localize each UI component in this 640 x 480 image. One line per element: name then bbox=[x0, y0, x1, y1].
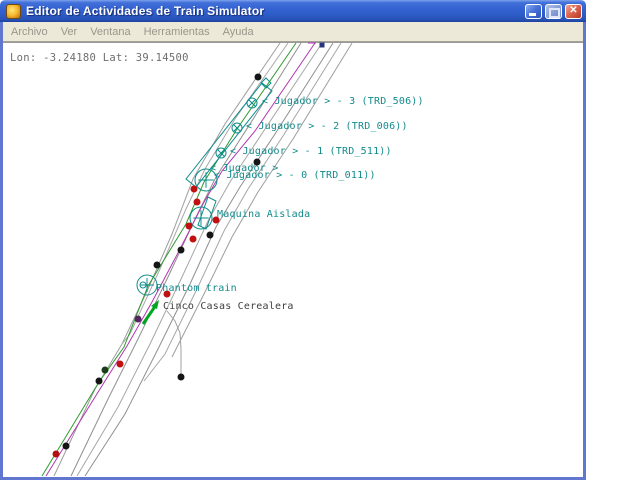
menu-item-archivo[interactable]: Archivo bbox=[11, 26, 48, 38]
maximize-button bbox=[545, 4, 562, 19]
train-label-jugador-1[interactable]: < Jugador > - 1 (TRD_511)) bbox=[230, 147, 392, 157]
coordinates-readout: Lon: -3.24180 Lat: 39.14500 bbox=[10, 52, 189, 64]
track-gray-1 bbox=[54, 43, 280, 476]
window-title: Editor de Actividades de Train Simulator bbox=[26, 4, 522, 18]
waypoint-dot[interactable] bbox=[117, 361, 124, 368]
waypoint-dot[interactable] bbox=[194, 199, 201, 206]
track-magenta bbox=[46, 43, 315, 476]
map-client-area[interactable]: Lon: -3.24180 Lat: 39.14500 < Jugador > … bbox=[3, 42, 583, 477]
app-icon bbox=[6, 4, 21, 19]
track-gray-5 bbox=[85, 43, 333, 476]
track-gray-4 bbox=[77, 43, 322, 476]
waypoint-dot[interactable] bbox=[53, 451, 60, 458]
waypoint-dot[interactable] bbox=[96, 378, 103, 385]
minimize-button[interactable] bbox=[525, 4, 542, 19]
waypoint-dot[interactable] bbox=[255, 74, 262, 81]
title-bar[interactable]: Editor de Actividades de Train Simulator… bbox=[0, 0, 586, 22]
waypoint-dot[interactable] bbox=[102, 367, 109, 374]
waypoint-dot[interactable] bbox=[190, 236, 197, 243]
waypoint-dot[interactable] bbox=[207, 232, 214, 239]
train-label-phantom-train[interactable]: Phantom train bbox=[156, 284, 237, 294]
desktop: Editor de Actividades de Train Simulator… bbox=[0, 0, 640, 480]
signal-marker[interactable] bbox=[320, 43, 325, 48]
menu-bar: Archivo Ver Ventana Herramientas Ayuda bbox=[3, 22, 583, 42]
menu-item-herramientas[interactable]: Herramientas bbox=[144, 26, 210, 38]
waypoint-dot[interactable] bbox=[178, 247, 185, 254]
menu-item-ver[interactable]: Ver bbox=[61, 26, 78, 38]
train-label-jugador-2[interactable]: < Jugador > - 2 (TRD_006)) bbox=[246, 122, 408, 132]
place-label-cinco-casas-cerealera[interactable]: Cinco Casas Cerealera bbox=[163, 302, 294, 312]
menu-item-ayuda[interactable]: Ayuda bbox=[223, 26, 254, 38]
menu-item-ventana[interactable]: Ventana bbox=[90, 26, 130, 38]
waypoint-dot[interactable] bbox=[63, 443, 70, 450]
track-gray-2 bbox=[122, 43, 288, 344]
track-gray-3 bbox=[71, 43, 301, 476]
train-label-maquina-aislada[interactable]: Maquina Aislada bbox=[217, 210, 310, 220]
waypoint-dot[interactable] bbox=[186, 223, 193, 230]
waypoint-dot[interactable] bbox=[135, 316, 142, 323]
train-label-jugador-0[interactable]: < Jugador > - 0 (TRD_011)) bbox=[214, 171, 376, 181]
waypoint-dot[interactable] bbox=[154, 262, 161, 269]
waypoint-dot[interactable] bbox=[178, 374, 185, 381]
waypoint-dot[interactable] bbox=[191, 186, 198, 193]
train-label-jugador-3[interactable]: < Jugador > - 3 (TRD_506)) bbox=[262, 97, 424, 107]
track-green bbox=[42, 43, 296, 476]
window-body: Archivo Ver Ventana Herramientas Ayuda Lon: … bbox=[0, 22, 586, 480]
track-map[interactable] bbox=[3, 42, 583, 477]
close-button[interactable]: ✕ bbox=[565, 4, 582, 19]
app-window: Editor de Actividades de Train Simulator… bbox=[0, 0, 586, 480]
